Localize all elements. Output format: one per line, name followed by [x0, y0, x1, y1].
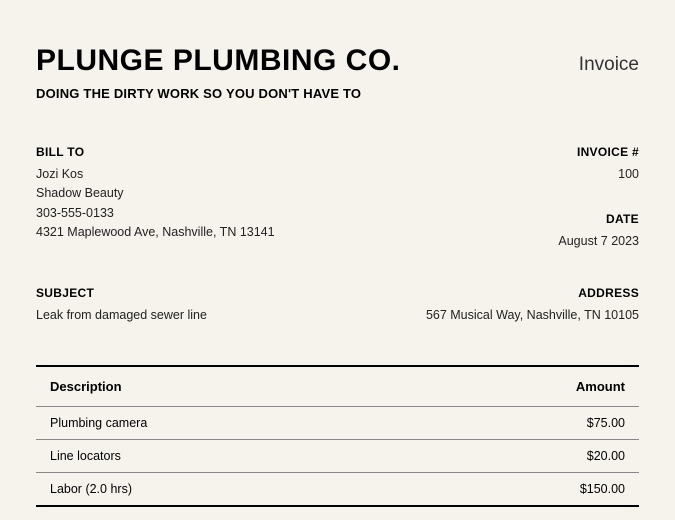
cell-description: Plumbing camera: [50, 416, 505, 430]
subject-label: SUBJECT: [36, 286, 207, 300]
invoice-number: 100: [558, 165, 639, 184]
subject-block: SUBJECT Leak from damaged sewer line: [36, 286, 207, 325]
bill-to-block: BILL TO Jozi Kos Shadow Beauty 303-555-0…: [36, 145, 275, 252]
invoice-meta-block: INVOICE # 100 DATE August 7 2023: [558, 145, 639, 252]
cell-amount: $150.00: [505, 482, 625, 496]
company-name: PLUNGE PLUMBING CO.: [36, 44, 401, 78]
bill-to-phone: 303-555-0133: [36, 204, 275, 223]
bill-to-name: Jozi Kos: [36, 165, 275, 184]
bill-to-company: Shadow Beauty: [36, 184, 275, 203]
bill-to-label: BILL TO: [36, 145, 275, 159]
table-row: Plumbing camera $75.00: [36, 406, 639, 439]
col-header-description: Description: [50, 379, 505, 394]
service-address-text: 567 Musical Way, Nashville, TN 10105: [426, 306, 639, 325]
subject-text: Leak from damaged sewer line: [36, 306, 207, 325]
service-address-block: ADDRESS 567 Musical Way, Nashville, TN 1…: [426, 286, 639, 325]
cell-amount: $20.00: [505, 449, 625, 463]
tagline: DOING THE DIRTY WORK SO YOU DON'T HAVE T…: [36, 86, 639, 101]
document-type: Invoice: [579, 54, 639, 76]
cell-description: Line locators: [50, 449, 505, 463]
cell-amount: $75.00: [505, 416, 625, 430]
bill-to-address: 4321 Maplewood Ave, Nashville, TN 13141: [36, 223, 275, 242]
invoice-date-label: DATE: [558, 212, 639, 226]
service-address-label: ADDRESS: [426, 286, 639, 300]
col-header-amount: Amount: [505, 379, 625, 394]
invoice-date: August 7 2023: [558, 232, 639, 251]
table-row: Line locators $20.00: [36, 439, 639, 472]
table-row: Labor (2.0 hrs) $150.00: [36, 472, 639, 507]
table-header-row: Description Amount: [36, 367, 639, 406]
invoice-number-label: INVOICE #: [558, 145, 639, 159]
line-items-table: Description Amount Plumbing camera $75.0…: [36, 365, 639, 507]
cell-description: Labor (2.0 hrs): [50, 482, 505, 496]
